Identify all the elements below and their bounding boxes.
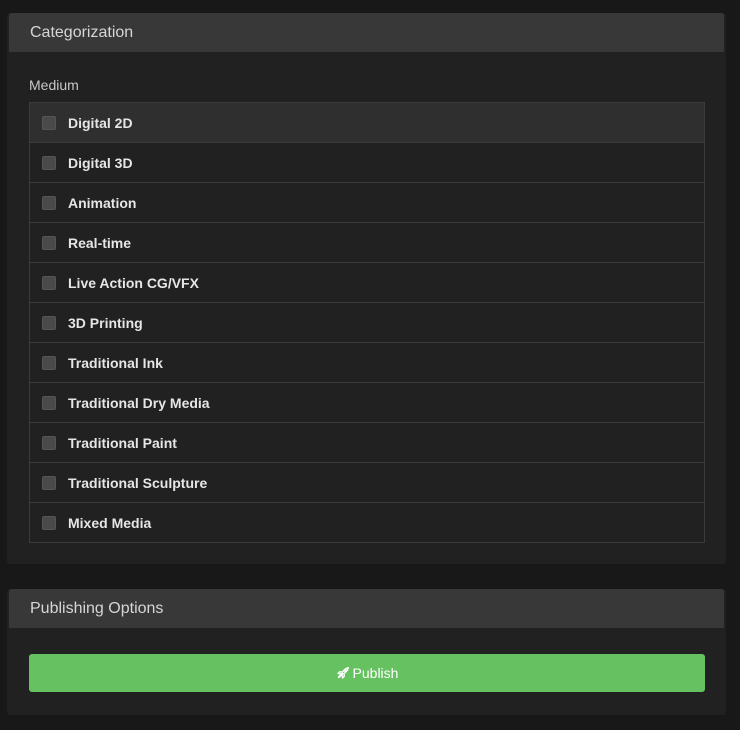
categorization-panel: Categorization Medium Digital 2D Digital… bbox=[7, 13, 726, 564]
medium-option-digital-3d[interactable]: Digital 3D bbox=[30, 143, 704, 183]
medium-option-live-action-cg-vfx[interactable]: Live Action CG/VFX bbox=[30, 263, 704, 303]
checkbox[interactable] bbox=[42, 275, 56, 290]
publish-button-label: Publish bbox=[352, 665, 399, 681]
medium-option-label: Digital 2D bbox=[68, 114, 133, 131]
publish-button[interactable]: Publish bbox=[29, 654, 705, 692]
checkbox[interactable] bbox=[42, 195, 56, 210]
medium-option-label: Traditional Dry Media bbox=[68, 394, 210, 411]
medium-option-mixed-media[interactable]: Mixed Media bbox=[30, 503, 704, 542]
medium-option-label: Live Action CG/VFX bbox=[68, 274, 199, 291]
checkbox[interactable] bbox=[42, 155, 56, 170]
checkbox[interactable] bbox=[42, 515, 56, 530]
medium-option-label: 3D Printing bbox=[68, 314, 143, 331]
categorization-title: Categorization bbox=[30, 23, 134, 41]
checkbox[interactable] bbox=[42, 355, 56, 370]
medium-option-label: Traditional Sculpture bbox=[68, 474, 208, 491]
medium-option-label: Digital 3D bbox=[68, 154, 133, 171]
categorization-header: Categorization bbox=[9, 13, 724, 52]
checkbox[interactable] bbox=[42, 115, 56, 130]
publishing-options-header: Publishing Options bbox=[9, 589, 724, 628]
medium-option-traditional-sculpture[interactable]: Traditional Sculpture bbox=[30, 463, 704, 503]
publishing-options-panel: Publishing Options Publish bbox=[7, 589, 726, 715]
medium-option-label: Real-time bbox=[68, 234, 132, 251]
medium-option-animation[interactable]: Animation bbox=[30, 183, 704, 223]
medium-option-real-time[interactable]: Real-time bbox=[30, 223, 704, 263]
medium-option-traditional-ink[interactable]: Traditional Ink bbox=[30, 343, 704, 383]
medium-option-traditional-paint[interactable]: Traditional Paint bbox=[30, 423, 704, 463]
medium-option-label: Traditional Paint bbox=[68, 434, 177, 451]
checkbox[interactable] bbox=[42, 395, 56, 410]
medium-option-digital-2d[interactable]: Digital 2D bbox=[30, 103, 704, 143]
checkbox[interactable] bbox=[42, 315, 56, 330]
publishing-options-title: Publishing Options bbox=[30, 599, 164, 617]
medium-option-label: Animation bbox=[68, 194, 137, 211]
medium-field-label: Medium bbox=[29, 77, 79, 93]
medium-option-label: Traditional Ink bbox=[68, 354, 163, 371]
checkbox[interactable] bbox=[42, 235, 56, 250]
medium-option-traditional-dry-media[interactable]: Traditional Dry Media bbox=[30, 383, 704, 423]
checkbox[interactable] bbox=[42, 435, 56, 450]
medium-option-3d-printing[interactable]: 3D Printing bbox=[30, 303, 704, 343]
rocket-icon bbox=[336, 666, 350, 680]
medium-checkbox-list: Digital 2D Digital 3D Animation Real-tim… bbox=[29, 102, 705, 543]
checkbox[interactable] bbox=[42, 475, 56, 490]
medium-option-label: Mixed Media bbox=[68, 514, 152, 531]
